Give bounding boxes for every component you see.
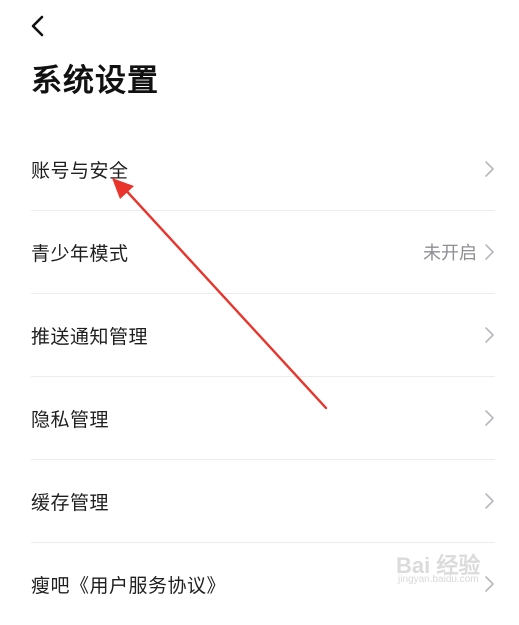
settings-item-label: 青少年模式: [31, 242, 129, 265]
chevron-right-icon: [485, 410, 494, 426]
teen-mode-status: 未开启: [423, 243, 477, 264]
settings-item-user-agreement[interactable]: 瘦吧《用户服务协议》: [31, 543, 495, 625]
settings-item-push-notifications[interactable]: 推送通知管理: [31, 294, 495, 377]
settings-item-label: 隐私管理: [31, 408, 110, 431]
chevron-right-icon: [485, 244, 494, 260]
chevron-right-icon: [485, 161, 494, 177]
settings-item-account-security[interactable]: 账号与安全: [31, 128, 495, 211]
chevron-left-icon: [31, 15, 44, 37]
back-button[interactable]: [30, 10, 58, 42]
page-title: 系统设置: [31, 63, 159, 99]
settings-item-label: 账号与安全: [31, 159, 129, 182]
settings-item-label: 推送通知管理: [31, 325, 149, 348]
settings-list: 账号与安全 青少年模式 未开启 推送通知管理 隐私管理 缓存管理 瘦吧《用户服务…: [31, 128, 495, 625]
chevron-right-icon: [485, 576, 494, 592]
settings-item-label: 瘦吧《用户服务协议》: [31, 574, 227, 597]
chevron-right-icon: [485, 327, 494, 343]
settings-item-privacy[interactable]: 隐私管理: [31, 377, 495, 460]
chevron-right-icon: [485, 493, 494, 509]
settings-item-teen-mode[interactable]: 青少年模式 未开启: [31, 211, 495, 294]
settings-item-label: 缓存管理: [31, 491, 110, 514]
settings-item-cache[interactable]: 缓存管理: [31, 460, 495, 543]
